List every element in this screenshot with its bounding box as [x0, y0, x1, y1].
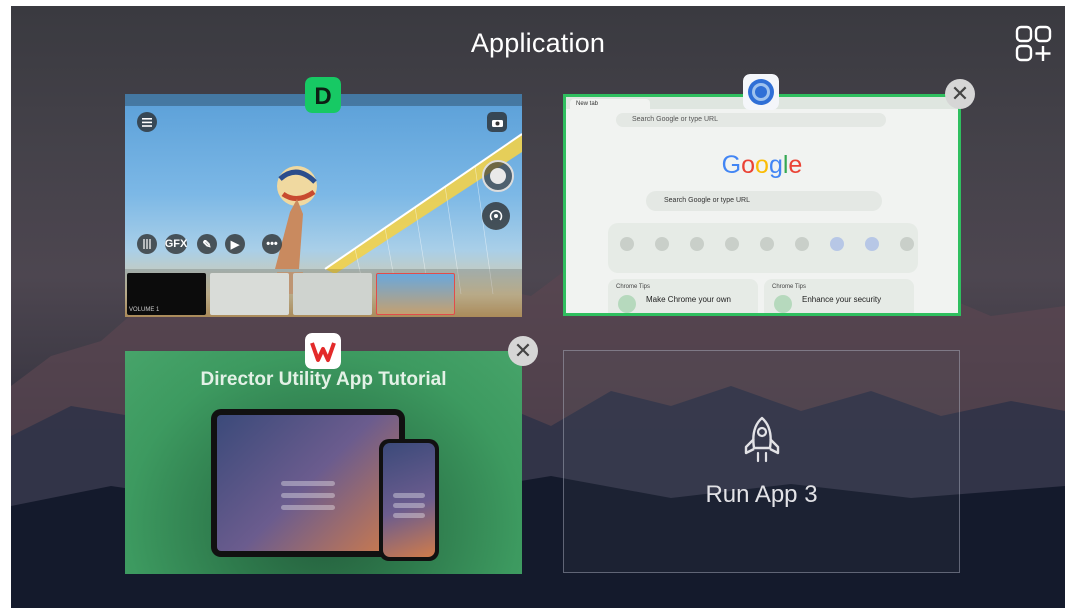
stream-icon[interactable] — [482, 202, 510, 230]
browser-tab[interactable]: New tab — [570, 99, 650, 109]
shortcuts-panel — [608, 223, 918, 273]
chromium-icon — [743, 74, 779, 110]
shortcut-icon[interactable] — [830, 237, 844, 251]
app-card-document[interactable]: Director Utility App Tutorial — [125, 351, 522, 574]
rocket-icon — [744, 416, 780, 463]
chrome-tip-card[interactable]: Chrome Tips Enhance your security — [764, 279, 914, 313]
shortcut-icon[interactable] — [725, 237, 739, 251]
omnibox[interactable]: Search Google or type URL — [616, 113, 886, 127]
gfx-button[interactable]: GFX — [165, 234, 187, 254]
shortcut-icon[interactable] — [655, 237, 669, 251]
google-logo: Google — [721, 151, 803, 179]
shortcut-icon[interactable] — [690, 237, 704, 251]
shortcut-icon[interactable] — [620, 237, 634, 251]
play-icon[interactable]: ▶ — [225, 234, 245, 254]
close-icon: ✕ — [950, 81, 970, 106]
close-document-card-button[interactable]: ✕ — [508, 336, 538, 366]
source-thumbnails: VOLUME 1 — [125, 269, 522, 317]
tip-title: Make Chrome your own — [646, 295, 731, 304]
phone-illustration — [379, 439, 439, 561]
shield-icon — [774, 295, 792, 313]
app-card-browser[interactable]: New tab Search Google or type URL Google… — [563, 94, 961, 316]
palette-icon — [618, 295, 636, 313]
thumbnail-4[interactable] — [376, 273, 455, 315]
tip-label: Chrome Tips — [616, 284, 651, 290]
document-title: Director Utility App Tutorial — [200, 369, 447, 390]
menu-button[interactable] — [137, 112, 157, 132]
tip-title: Enhance your security — [802, 295, 882, 304]
record-button[interactable] — [482, 160, 514, 192]
tablet-illustration — [211, 409, 405, 557]
thumbnail-label: VOLUME 1 — [129, 307, 160, 313]
thumbnail-2[interactable] — [210, 273, 289, 315]
camera-icon[interactable] — [487, 112, 507, 132]
tip-label: Chrome Tips — [772, 284, 807, 290]
thumbnail-1[interactable]: VOLUME 1 — [127, 273, 206, 315]
page-title: Application — [470, 28, 606, 58]
add-shortcut-icon[interactable] — [900, 237, 914, 251]
google-search-box[interactable]: Search Google or type URL — [646, 191, 882, 211]
wps-office-icon — [305, 333, 341, 369]
thumbnail-3[interactable] — [293, 273, 372, 315]
svg-text:D: D — [314, 83, 331, 110]
close-browser-card-button[interactable]: ✕ — [945, 79, 975, 109]
pen-icon[interactable]: ✎ — [197, 234, 217, 254]
shortcut-icon[interactable] — [760, 237, 774, 251]
run-app-card[interactable]: Run App 3 — [563, 350, 960, 573]
close-icon: ✕ — [513, 338, 533, 363]
chrome-tip-card[interactable]: Chrome Tips Make Chrome your own — [608, 279, 758, 313]
shortcut-icon[interactable] — [795, 237, 809, 251]
app-switcher-screen: Application GFX ✎ ▶ ••• VOLUME 1 D New t… — [11, 6, 1065, 608]
mixer-icon[interactable] — [137, 234, 157, 254]
more-icon[interactable]: ••• — [262, 234, 282, 254]
run-app-label: Run App 3 — [705, 481, 818, 508]
shortcut-icon[interactable] — [865, 237, 879, 251]
apps-add-icon[interactable] — [1015, 24, 1053, 64]
director-app-icon: D — [305, 77, 341, 113]
app-card-camera[interactable]: GFX ✎ ▶ ••• VOLUME 1 — [125, 94, 522, 317]
